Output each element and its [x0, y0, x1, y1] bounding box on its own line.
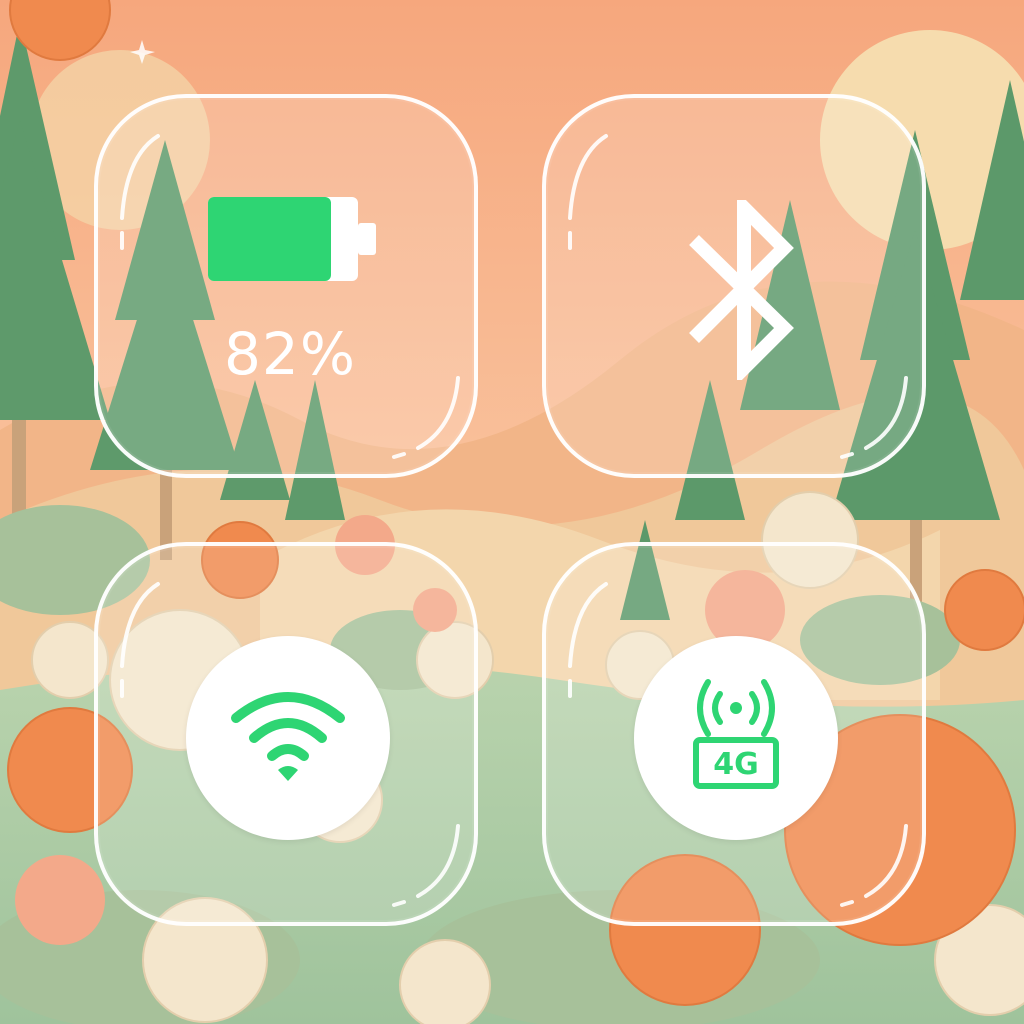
battery-icon: [208, 197, 376, 281]
bluetooth-tile[interactable]: [542, 94, 926, 478]
cellular-4g-icon: 4G: [693, 679, 779, 789]
battery-percentage-label: 82%: [224, 320, 356, 388]
cellular-badge-text: 4G: [713, 747, 759, 782]
glass-highlight-decoration: [120, 134, 460, 459]
cellular-4g-tile[interactable]: 4G: [542, 542, 926, 926]
wifi-tile[interactable]: [94, 542, 478, 926]
wifi-icon-circle: [186, 636, 390, 840]
battery-tile[interactable]: 82%: [94, 94, 478, 478]
bluetooth-icon: [689, 200, 794, 380]
wifi-icon: [231, 692, 345, 781]
cellular-icon-circle: 4G: [634, 636, 838, 840]
